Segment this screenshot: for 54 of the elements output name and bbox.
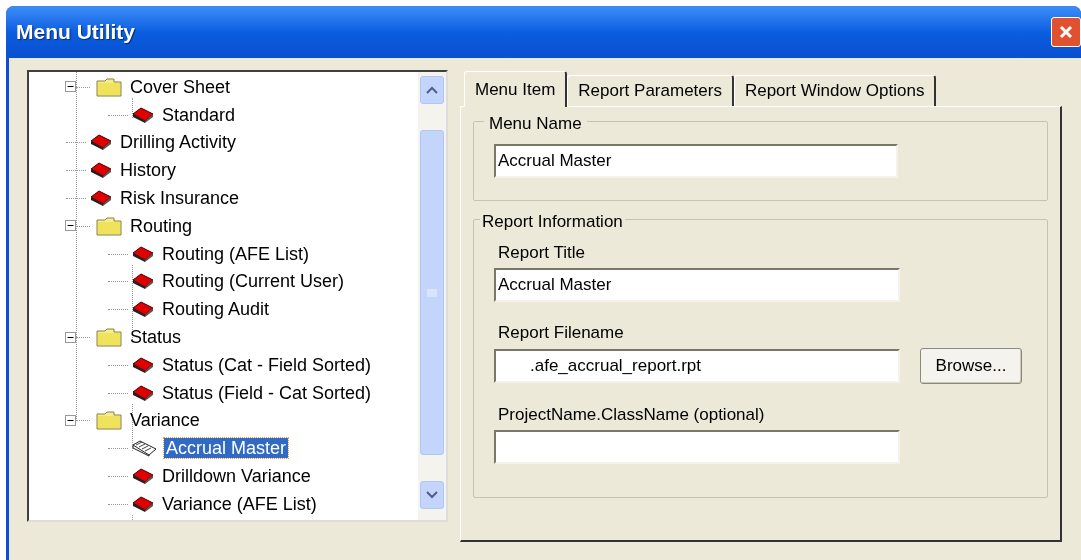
- collapse-icon[interactable]: [65, 331, 76, 343]
- tree-item[interactable]: Routing (Current User): [160, 271, 347, 292]
- book-icon: [132, 105, 154, 124]
- tree-item[interactable]: Standard: [160, 104, 238, 125]
- report-title-field[interactable]: Accrual Master: [494, 268, 900, 302]
- tree-item[interactable]: Status: [128, 327, 184, 348]
- scroll-down-button[interactable]: [420, 481, 444, 509]
- tab[interactable]: Report Parameters: [567, 75, 734, 106]
- tree-item[interactable]: Drilling Activity: [118, 132, 239, 153]
- book-icon: [90, 189, 112, 208]
- collapse-icon[interactable]: [65, 220, 76, 232]
- folder-icon: [96, 215, 122, 236]
- class-name-field[interactable]: [494, 430, 900, 464]
- book-icon: [90, 161, 112, 180]
- book-icon: [132, 494, 154, 513]
- window-title: Menu Utility: [16, 19, 135, 46]
- menu-name-field[interactable]: Accrual Master: [494, 144, 898, 178]
- browse-button[interactable]: Browse...: [920, 348, 1022, 384]
- tree-item[interactable]: Cover Sheet: [128, 76, 233, 97]
- folder-icon: [96, 76, 122, 97]
- tree-item[interactable]: History: [118, 160, 178, 181]
- field-label: ProjectName.ClassName (optional): [497, 404, 766, 424]
- collapse-icon[interactable]: [65, 81, 76, 93]
- open-book-icon: [132, 439, 158, 458]
- tree-item[interactable]: Risk Insurance: [118, 188, 242, 209]
- field-label: Report Filename: [497, 322, 625, 342]
- scroll-thumb[interactable]: [420, 130, 444, 455]
- collapse-icon[interactable]: [65, 414, 76, 426]
- folder-icon: [96, 410, 122, 431]
- tree-item[interactable]: Routing Audit: [160, 299, 272, 320]
- book-icon: [132, 383, 154, 402]
- scroll-up-button[interactable]: [420, 76, 444, 104]
- tree-item[interactable]: Status (Cat - Field Sorted): [160, 354, 374, 375]
- field-label: Report Title: [497, 242, 586, 262]
- tree-item[interactable]: Variance: [128, 410, 202, 431]
- close-button[interactable]: [1051, 17, 1081, 47]
- book-icon: [132, 355, 154, 374]
- tree-item[interactable]: Accrual Master: [164, 438, 289, 459]
- report-filename-field[interactable]: .afe_accrual_report.rpt: [494, 349, 900, 383]
- close-icon: [1058, 24, 1074, 40]
- tree-item[interactable]: Routing: [128, 215, 195, 236]
- tree-item[interactable]: Drilldown Variance: [160, 466, 313, 487]
- book-icon: [132, 300, 154, 319]
- book-icon: [90, 133, 112, 152]
- tree-item[interactable]: Status (Field - Cat Sorted): [160, 382, 374, 403]
- tree-item[interactable]: Variance (AFE List): [160, 493, 319, 514]
- scrollbar[interactable]: [418, 72, 446, 520]
- tab[interactable]: Report Window Options: [733, 75, 937, 106]
- book-icon: [132, 244, 154, 263]
- book-icon: [132, 272, 154, 291]
- tree-item[interactable]: Routing (AFE List): [160, 243, 312, 264]
- book-icon: [132, 467, 154, 486]
- folder-icon: [96, 327, 122, 348]
- tab[interactable]: Menu Item: [464, 71, 568, 107]
